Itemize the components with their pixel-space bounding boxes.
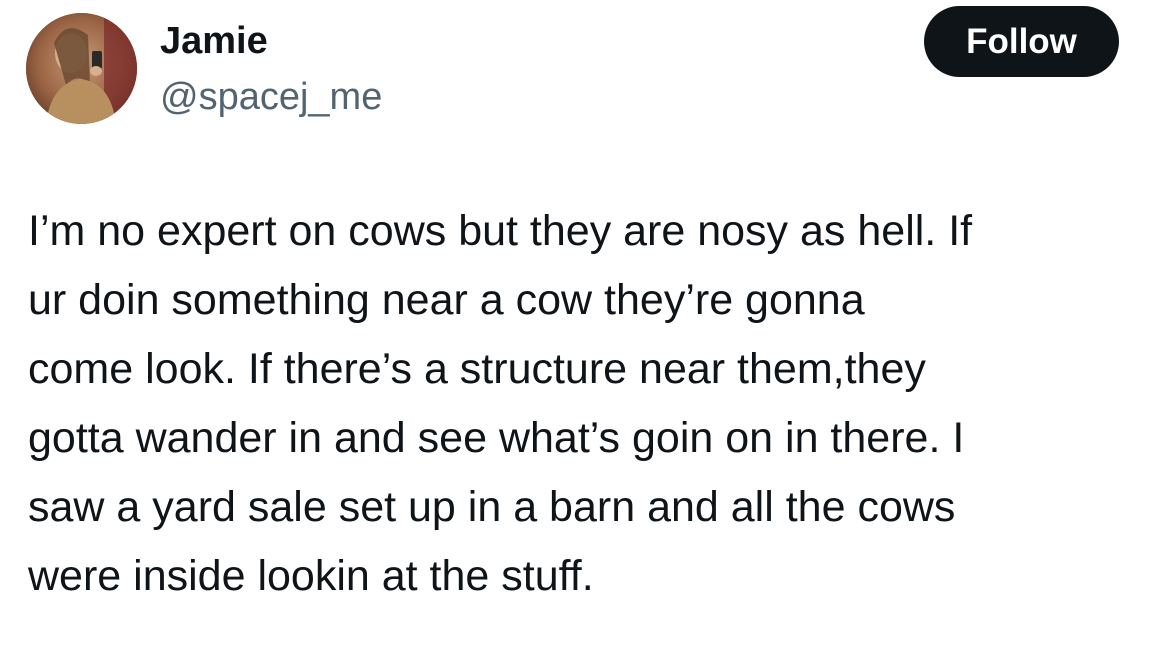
tweet-card: Jamie @spacej_me Follow I’m no expert on… bbox=[0, 0, 1170, 646]
follow-button[interactable]: Follow bbox=[924, 6, 1119, 77]
user-handle[interactable]: @spacej_me bbox=[160, 74, 382, 120]
tweet-text: I’m no expert on cows but they are nosy … bbox=[28, 207, 973, 600]
display-name[interactable]: Jamie bbox=[160, 18, 268, 64]
avatar-photo-icon bbox=[26, 13, 137, 124]
avatar[interactable] bbox=[26, 13, 137, 124]
